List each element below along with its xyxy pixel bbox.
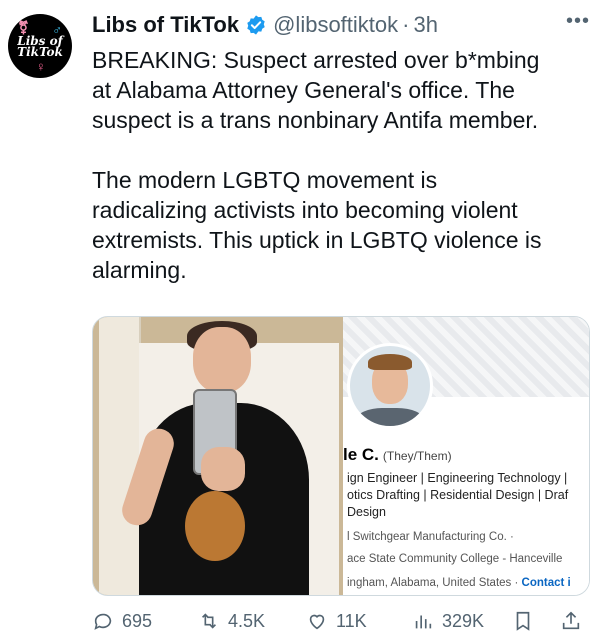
retweet-count: 4.5K — [228, 610, 266, 631]
like-button[interactable]: 11K — [306, 606, 367, 636]
like-count: 11K — [336, 610, 367, 631]
views-button[interactable]: 329K — [412, 606, 484, 636]
display-name[interactable]: Libs of TikTok — [92, 12, 239, 38]
tweet-header: Libs of TikTok @libsoftiktok · 3h — [92, 10, 592, 40]
profile-headline-3: Design — [347, 505, 386, 519]
tweet-text: BREAKING: Suspect arrested over b*mbing … — [92, 47, 542, 283]
avatar-logo-text: Libs of TikTok — [17, 34, 63, 59]
username-handle[interactable]: @libsoftiktok — [273, 12, 398, 38]
tweet-media[interactable]: le C. (They/Them) ign Engineer | Engineer… — [92, 316, 590, 596]
heart-icon — [309, 614, 325, 630]
more-options-icon[interactable]: ••• — [566, 10, 590, 33]
profile-location: ingham, Alabama, United States · — [347, 577, 519, 589]
retweet-button[interactable]: 4.5K — [198, 606, 265, 636]
bookmark-icon — [516, 611, 530, 631]
verified-badge-icon — [247, 15, 265, 35]
profile-company: l Switchgear Manufacturing Co. · — [347, 531, 514, 543]
retweet-icon — [201, 613, 217, 629]
profile-name: le C. (They/Them) — [343, 445, 452, 464]
profile-pronouns: (They/Them) — [382, 449, 452, 463]
avatar[interactable]: ⚧ ♂ Libs of TikTok ♀ — [8, 14, 72, 78]
view-count: 329K — [442, 610, 485, 631]
reply-icon — [94, 613, 112, 630]
share-icon — [562, 611, 580, 630]
views-chart-icon — [415, 615, 432, 629]
share-button[interactable] — [560, 606, 590, 636]
profile-headline-1: ign Engineer | Engineering Technology | — [347, 471, 568, 485]
bookmark-button[interactable] — [512, 606, 542, 636]
timestamp[interactable]: 3h — [413, 12, 437, 38]
contact-info-link: Contact i — [521, 577, 571, 589]
reply-count: 695 — [122, 610, 153, 631]
reply-button[interactable]: 695 — [92, 606, 152, 636]
profile-location-line: ingham, Alabama, United States · Contact… — [347, 577, 571, 589]
selfie-photo[interactable] — [93, 317, 343, 595]
female-symbol-icon: ♀ — [36, 59, 46, 74]
profile-headline-2: otics Drafting | Residential Design | Dr… — [347, 488, 569, 502]
profile-school: ace State Community College - Hanceville — [347, 553, 563, 565]
linkedin-profile-screenshot[interactable]: le C. (They/Them) ign Engineer | Engineer… — [343, 317, 589, 595]
separator-dot: · — [402, 12, 410, 37]
profile-photo — [347, 343, 433, 429]
action-bar: 695 4.5K 11K 329K — [92, 606, 588, 636]
